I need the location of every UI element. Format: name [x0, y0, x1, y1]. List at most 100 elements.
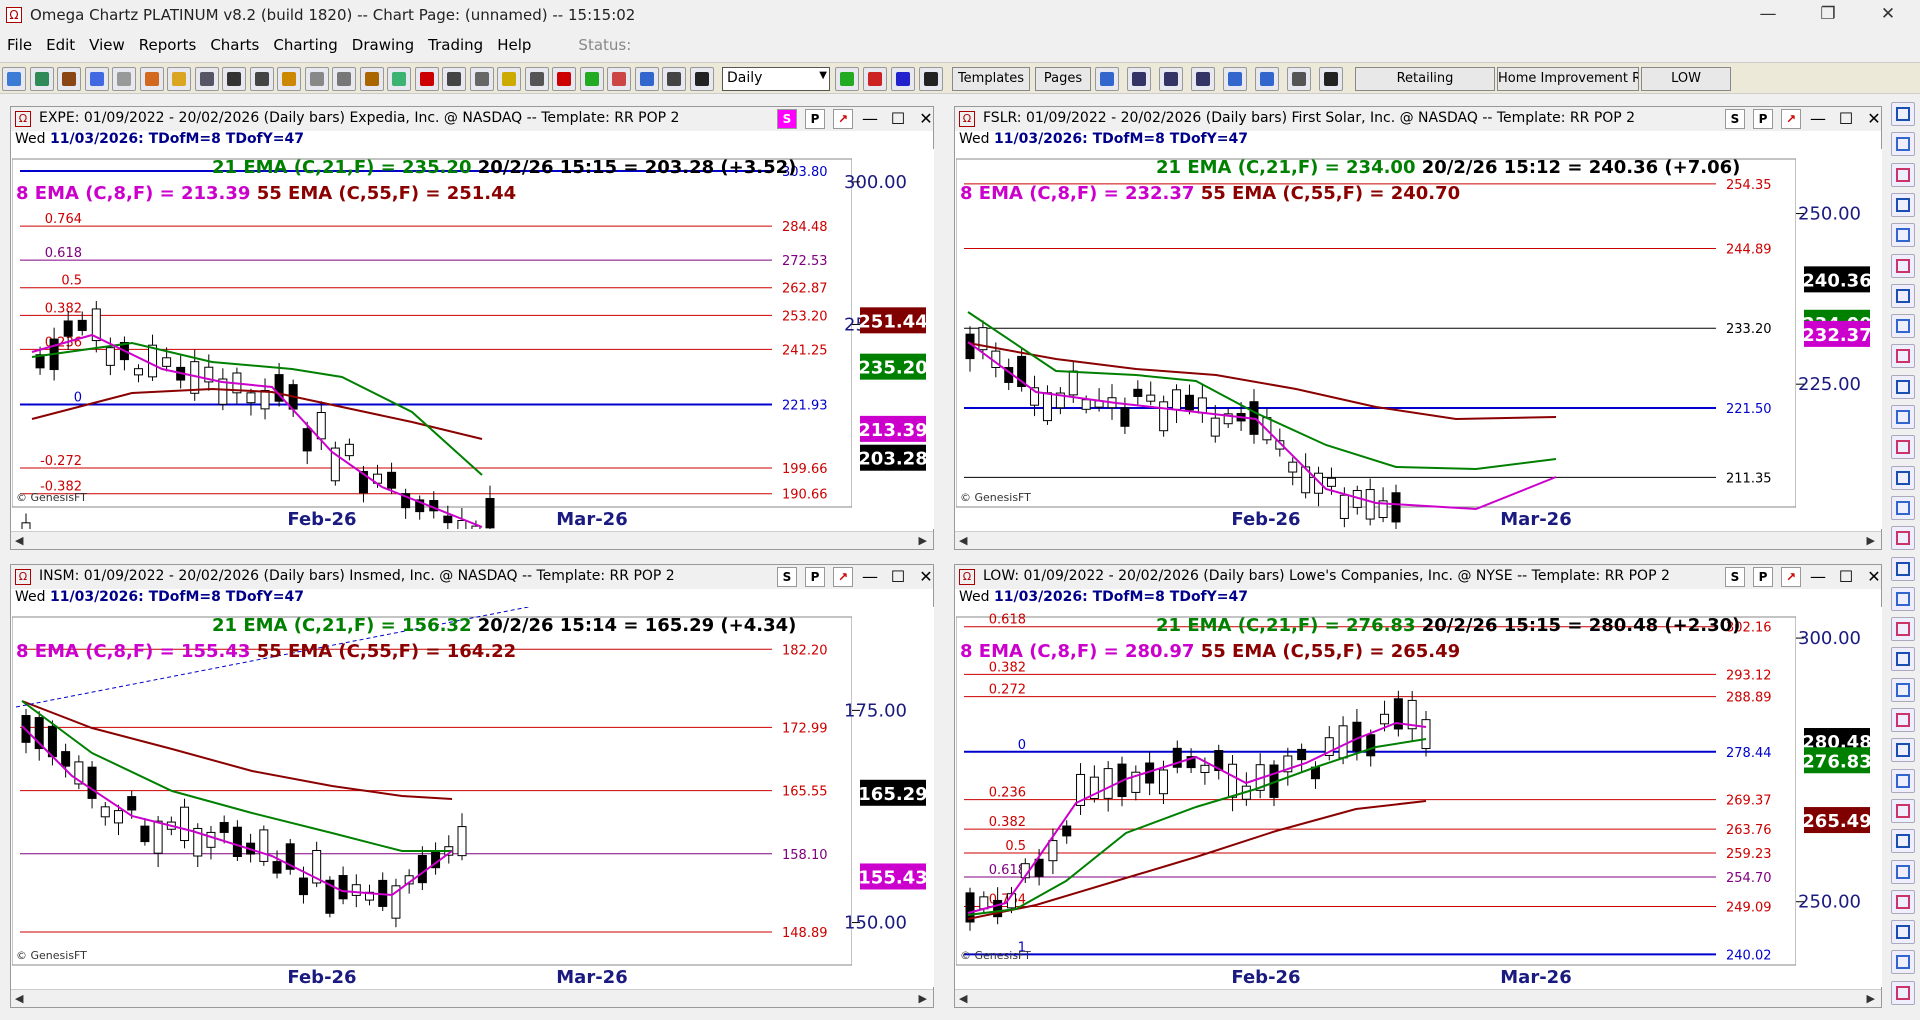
fib5-tool-icon[interactable] — [1891, 889, 1915, 914]
scan-icon[interactable] — [84, 67, 109, 91]
circle-tool-icon[interactable] — [1891, 708, 1915, 732]
panel-close-button[interactable]: ✕ — [915, 108, 937, 130]
save-tool-icon[interactable] — [1891, 283, 1915, 308]
pitchfork-tool-icon[interactable] — [1891, 435, 1915, 460]
settings-icon[interactable] — [304, 67, 329, 91]
s-button[interactable]: S — [1725, 109, 1745, 129]
menu-reports[interactable]: Reports — [132, 36, 204, 54]
ray-tool-icon[interactable] — [1891, 374, 1915, 399]
scroll-right-icon[interactable]: ▶ — [919, 534, 927, 547]
marker-tool-icon[interactable] — [1891, 192, 1915, 217]
arrow-up-icon[interactable] — [1891, 556, 1915, 581]
clock-icon[interactable] — [442, 67, 466, 91]
popout-icon[interactable]: ↗ — [833, 109, 853, 129]
fib3-tool-icon[interactable] — [1891, 829, 1915, 854]
p-button[interactable]: P — [1753, 109, 1773, 129]
pointer-icon[interactable] — [1287, 67, 1311, 91]
scroll-left-icon[interactable]: ◀ — [15, 992, 23, 1005]
t-plus-icon[interactable] — [662, 67, 686, 91]
bolt-icon[interactable] — [414, 67, 439, 91]
industry-button[interactable]: Home Improvement Ret — [1497, 67, 1639, 91]
pen-tool-icon[interactable] — [1891, 253, 1915, 278]
color-tool-icon[interactable] — [1891, 617, 1915, 642]
globe-icon[interactable] — [2, 67, 26, 91]
pages-button[interactable]: Pages — [1035, 67, 1091, 91]
panel-close-button[interactable]: ✕ — [1863, 108, 1885, 130]
menu-help[interactable]: Help — [490, 36, 538, 54]
minimize-button[interactable]: — — [1740, 0, 1796, 30]
horizontal-scrollbar[interactable]: ◀ ▶ — [11, 531, 933, 549]
panel-minimize-button[interactable]: — — [1807, 566, 1829, 588]
line-style-icon[interactable] — [919, 67, 943, 91]
scroll-left-icon[interactable]: ◀ — [959, 992, 967, 1005]
panel-close-button[interactable]: ✕ — [1863, 566, 1885, 588]
popout-icon[interactable]: ↗ — [1781, 567, 1801, 587]
tools-icon[interactable] — [57, 67, 81, 91]
chain-icon[interactable] — [332, 67, 356, 91]
period-select[interactable]: Daily ▼ — [722, 67, 830, 91]
panel-maximize-button[interactable]: ☐ — [887, 566, 909, 588]
grid-icon[interactable] — [524, 67, 549, 91]
fib-tool-icon[interactable] — [1891, 768, 1915, 793]
left-line-icon[interactable] — [1891, 465, 1915, 490]
panel-close-button[interactable]: ✕ — [915, 566, 937, 588]
retailing-button[interactable]: Retailing — [1355, 67, 1495, 91]
text-tool-icon[interactable] — [1891, 586, 1915, 611]
horizontal-scrollbar[interactable]: ◀ ▶ — [955, 989, 1881, 1007]
zoom-icon[interactable] — [579, 67, 604, 91]
wave-icon[interactable] — [1223, 67, 1247, 91]
menu-file[interactable]: File — [0, 36, 39, 54]
restore-button[interactable]: ❐ — [1800, 0, 1856, 30]
s-button[interactable]: S — [777, 109, 797, 129]
brace-tool-icon[interactable] — [1891, 647, 1915, 672]
menu-edit[interactable]: Edit — [39, 36, 82, 54]
s-button[interactable]: S — [1725, 567, 1745, 587]
p-button[interactable]: P — [805, 109, 825, 129]
calculator-icon[interactable] — [359, 67, 384, 91]
horizontal-scrollbar[interactable]: ◀ ▶ — [11, 989, 933, 1007]
templates-button[interactable]: Templates — [952, 67, 1030, 91]
popout-icon[interactable]: ↗ — [1781, 109, 1801, 129]
stop-icon[interactable] — [552, 67, 576, 91]
alert-icon[interactable] — [139, 67, 164, 91]
tick-icon[interactable] — [469, 67, 494, 91]
list-icon[interactable] — [277, 67, 301, 91]
ellipse-tool-icon[interactable] — [1891, 738, 1915, 763]
zoom-tool-icon[interactable] — [1891, 162, 1915, 187]
symbol-button[interactable]: LOW — [1641, 67, 1731, 91]
panel-minimize-button[interactable]: — — [859, 566, 881, 588]
help-cursor-icon[interactable] — [1255, 67, 1279, 91]
lock-icon[interactable] — [167, 67, 191, 91]
print-icon[interactable] — [112, 67, 136, 91]
bar-style-icon[interactable] — [835, 67, 859, 91]
close-button[interactable]: ✕ — [1860, 0, 1916, 30]
panel-minimize-button[interactable]: — — [1807, 108, 1829, 130]
vline-icon[interactable] — [1891, 526, 1915, 551]
bar-chart-icon[interactable] — [194, 67, 219, 91]
compare-icon[interactable] — [1127, 67, 1151, 91]
line-tool-icon[interactable] — [1891, 344, 1915, 369]
menu-charting[interactable]: Charting — [266, 36, 344, 54]
arrows-icon[interactable] — [634, 67, 659, 91]
s-button[interactable]: S — [777, 567, 797, 587]
menu-view[interactable]: View — [82, 36, 132, 54]
panel-maximize-button[interactable]: ☐ — [1835, 566, 1857, 588]
scroll-right-icon[interactable]: ▶ — [1867, 534, 1875, 547]
menu-trading[interactable]: Trading — [421, 36, 490, 54]
scale-icon[interactable] — [1159, 67, 1183, 91]
copy-tool-icon[interactable] — [1891, 314, 1915, 339]
volume-icon[interactable] — [249, 67, 274, 91]
horizontal-scrollbar[interactable]: ◀ ▶ — [955, 531, 1881, 549]
search-tool-icon[interactable] — [1891, 132, 1915, 157]
scroll-right-icon[interactable]: ▶ — [919, 992, 927, 1005]
menu-drawing[interactable]: Drawing — [345, 36, 421, 54]
fill-tool-icon[interactable] — [1891, 677, 1915, 702]
scroll-left-icon[interactable]: ◀ — [959, 534, 967, 547]
popout-icon[interactable]: ↗ — [833, 567, 853, 587]
panel-maximize-button[interactable]: ☐ — [1835, 108, 1857, 130]
channel-tool-icon[interactable] — [1891, 405, 1915, 429]
fib2-tool-icon[interactable] — [1891, 798, 1915, 823]
arrow-tool-icon[interactable] — [1891, 102, 1915, 126]
indicator-icon[interactable] — [1095, 67, 1119, 91]
quote-icon[interactable] — [222, 67, 246, 91]
